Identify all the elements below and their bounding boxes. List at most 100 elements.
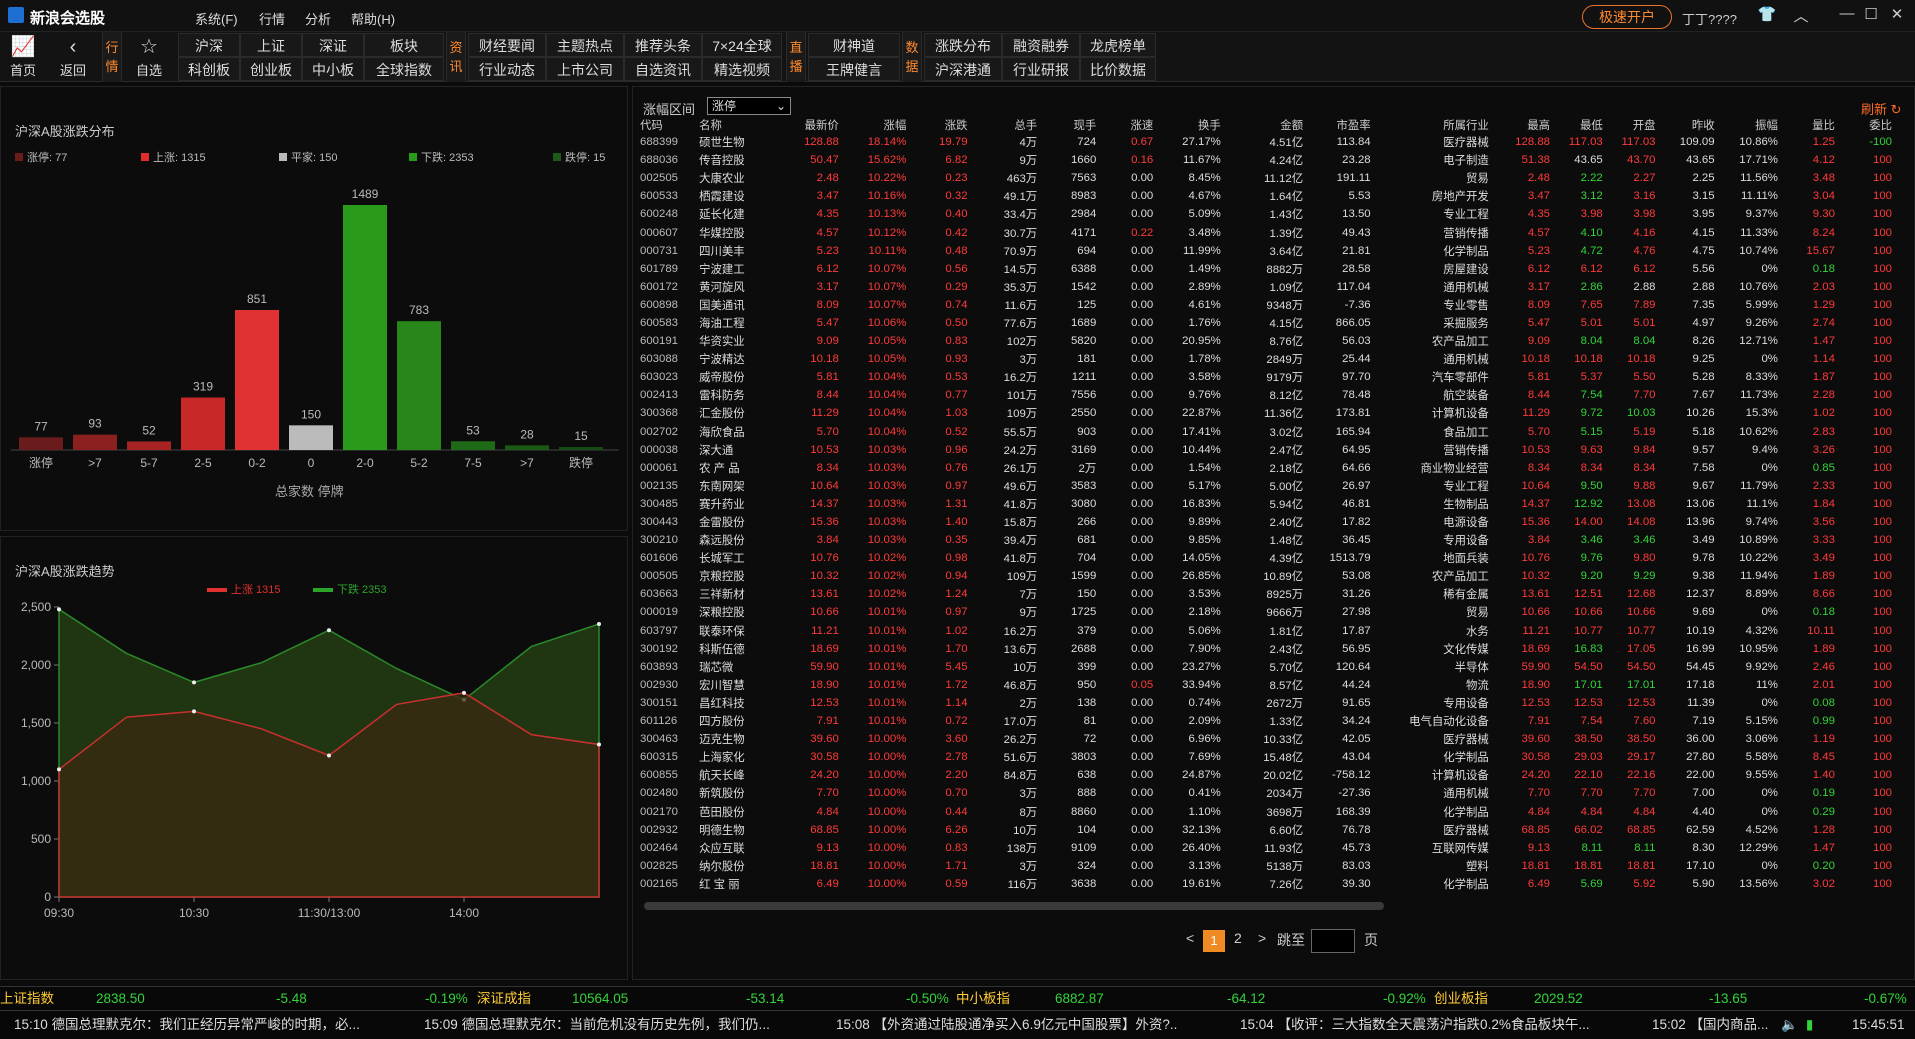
speaker-icon[interactable]: 🔈: [1781, 1011, 1798, 1039]
table-row[interactable]: 002702 海欣食品 5.70 10.04% 0.52 55.5万 903 0.00 17.4…: [636, 423, 1896, 441]
bar-7[interactable]: [397, 321, 441, 450]
tab-shenzheng[interactable]: 深证: [302, 33, 364, 57]
collapse-icon[interactable]: ︿: [1790, 5, 1812, 26]
index-name[interactable]: 中小板指: [956, 987, 1010, 1011]
news-listed-co[interactable]: 上市公司: [546, 57, 624, 81]
vtab-data[interactable]: 数据: [902, 32, 922, 82]
table-row[interactable]: 300368 汇金股份 11.29 10.04% 1.03 109万 2550 0.00 22.…: [636, 404, 1896, 422]
news-item[interactable]: 15:09 德国总理默克尔：当前危机没有历史先例，我们仍...: [424, 1011, 770, 1039]
table-row[interactable]: 300151 昌红科技 12.53 10.01% 1.14 2万 138 0.00 0.74% 2…: [636, 694, 1896, 712]
news-item[interactable]: 15:04 【收评：三大指数全天震荡沪指跌0.2%食品板块午...: [1240, 1011, 1590, 1039]
column-header[interactable]: 涨幅: [843, 116, 911, 133]
menu-analysis[interactable]: 分析: [305, 9, 331, 28]
column-header[interactable]: 量比: [1782, 116, 1839, 133]
column-header[interactable]: 代码: [636, 116, 695, 133]
pager-next[interactable]: >: [1258, 930, 1266, 946]
watchlist-button[interactable]: ☆ 自选: [126, 32, 172, 82]
table-row[interactable]: 600533 栖霞建设 3.47 10.16% 0.32 49.1万 8983 0.00 4.6…: [636, 187, 1896, 205]
table-row[interactable]: 000019 深粮控股 10.66 10.01% 0.97 9万 1725 0.00 2.18%…: [636, 603, 1896, 621]
maximize-icon[interactable]: ☐: [1860, 5, 1882, 23]
data-connect[interactable]: 沪深港通: [924, 57, 1002, 81]
horizontal-scrollbar[interactable]: [644, 902, 1384, 910]
data-updown-dist[interactable]: 涨跌分布: [924, 33, 1002, 57]
bar-10[interactable]: [559, 447, 603, 450]
table-row[interactable]: 300210 森远股份 3.84 10.03% 0.35 39.4万 681 0.00 9.85…: [636, 531, 1896, 549]
tab-zhongxiao[interactable]: 中小板: [302, 57, 364, 81]
table-row[interactable]: 603088 宁波精达 10.18 10.05% 0.93 3万 181 0.00 1.78% 2…: [636, 350, 1896, 368]
table-row[interactable]: 002505 大康农业 2.48 10.22% 0.23 463万 7563 0.00 8.45…: [636, 169, 1896, 187]
table-row[interactable]: 688036 传音控股 50.47 15.62% 6.82 9万 1660 0.16 11.67…: [636, 151, 1896, 169]
pager-page-2[interactable]: 2: [1234, 930, 1242, 946]
table-row[interactable]: 002930 宏川智慧 18.90 10.01% 1.72 46.8万 950 0.05 33.…: [636, 676, 1896, 694]
column-header[interactable]: 所属行业: [1375, 116, 1493, 133]
column-header[interactable]: 涨跌: [910, 116, 971, 133]
column-header[interactable]: 最低: [1554, 116, 1607, 133]
table-row[interactable]: 002932 明德生物 68.85 10.00% 6.26 10万 104 0.00 32.13…: [636, 821, 1896, 839]
table-row[interactable]: 300463 迈克生物 39.60 10.00% 3.60 26.2万 72 0.00 6.96…: [636, 730, 1896, 748]
column-header[interactable]: 委比: [1839, 116, 1896, 133]
filter-select[interactable]: 涨停 ⌄: [707, 97, 791, 115]
bar-8[interactable]: [451, 441, 495, 450]
table-row[interactable]: 002825 纳尔股份 18.81 10.00% 1.71 3万 324 0.00 3.13% 5…: [636, 857, 1896, 875]
pager-prev[interactable]: <: [1186, 930, 1194, 946]
username[interactable]: 丁丁????: [1682, 9, 1737, 28]
news-videos[interactable]: 精选视频: [702, 57, 782, 81]
data-compare[interactable]: 比价数据: [1080, 57, 1156, 81]
news-item[interactable]: 15:10 德国总理默克尔：我们正经历异常严峻的时期，必...: [14, 1011, 360, 1039]
column-header[interactable]: 涨速: [1100, 116, 1157, 133]
news-item[interactable]: 15:08 【外资通过陆股通净买入6.9亿元中国股票】外资?..: [836, 1011, 1177, 1039]
news-industry[interactable]: 行业动态: [468, 57, 546, 81]
column-header[interactable]: 最新价: [777, 116, 842, 133]
skin-icon[interactable]: 👕: [1756, 5, 1778, 23]
table-row[interactable]: 600191 华资实业 9.09 10.05% 0.83 102万 5820 0.00 20.9…: [636, 332, 1896, 350]
column-header[interactable]: 开盘: [1607, 116, 1660, 133]
live-caishendao[interactable]: 财神道: [808, 33, 900, 57]
menu-help[interactable]: 帮助(H): [351, 9, 395, 28]
bar-0[interactable]: [19, 437, 63, 450]
table-row[interactable]: 688399 硕世生物 128.88 18.14% 19.79 4万 724 0.67 27.1…: [636, 133, 1896, 151]
table-row[interactable]: 601126 四方股份 7.91 10.01% 0.72 17.0万 81 0.00 2.09%…: [636, 712, 1896, 730]
table-row[interactable]: 603797 联泰环保 11.21 10.01% 1.02 16.2万 379 0.00 5.0…: [636, 622, 1896, 640]
table-row[interactable]: 300192 科斯伍德 18.69 10.01% 1.70 13.6万 2688 0.00 7.…: [636, 640, 1896, 658]
table-row[interactable]: 603663 三祥新材 13.61 10.02% 1.24 7万 150 0.00 3.53% 8…: [636, 585, 1896, 603]
pager-goto-input[interactable]: [1311, 929, 1355, 953]
minimize-icon[interactable]: —: [1836, 5, 1858, 22]
tab-shangzheng[interactable]: 上证: [240, 33, 302, 57]
tab-chuangye[interactable]: 创业板: [240, 57, 302, 81]
table-row[interactable]: 300485 赛升药业 14.37 10.03% 1.31 41.8万 3080 0.00 16…: [636, 495, 1896, 513]
news-headlines[interactable]: 推荐头条: [624, 33, 702, 57]
table-row[interactable]: 600315 上海家化 30.58 10.00% 2.78 51.6万 3803 0.00 7.…: [636, 748, 1896, 766]
vtab-news[interactable]: 资讯: [446, 32, 466, 82]
news-topics[interactable]: 主题热点: [546, 33, 624, 57]
table-row[interactable]: 002413 雷科防务 8.44 10.04% 0.77 101万 7556 0.00 9.76…: [636, 386, 1896, 404]
column-header[interactable]: 名称: [695, 116, 777, 133]
table-row[interactable]: 002135 东南网架 10.64 10.03% 0.97 49.6万 3583 0.00 5.…: [636, 477, 1896, 495]
pager-page-1[interactable]: 1: [1203, 930, 1225, 952]
data-dragon-tiger[interactable]: 龙虎榜单: [1080, 33, 1156, 57]
fast-open-account-button[interactable]: 极速开户: [1582, 5, 1672, 29]
table-row[interactable]: 601606 长城军工 10.76 10.02% 0.98 41.8万 704 0.00 14.…: [636, 549, 1896, 567]
tab-global-index[interactable]: 全球指数: [364, 57, 444, 81]
table-row[interactable]: 600583 海油工程 5.47 10.06% 0.50 77.6万 1689 0.00 1.7…: [636, 314, 1896, 332]
column-header[interactable]: 最高: [1493, 116, 1554, 133]
table-row[interactable]: 603023 威帝股份 5.81 10.04% 0.53 16.2万 1211 0.00 3.5…: [636, 368, 1896, 386]
home-button[interactable]: 📈 首页: [0, 32, 46, 82]
table-row[interactable]: 000607 华媒控股 4.57 10.12% 0.42 30.7万 4171 0.22 3.4…: [636, 223, 1896, 241]
data-margin[interactable]: 融资融券: [1002, 33, 1080, 57]
tab-bankuai[interactable]: 板块: [364, 33, 444, 57]
table-row[interactable]: 002480 新筑股份 7.70 10.00% 0.70 3万 888 0.00 0.41% 20…: [636, 784, 1896, 802]
column-header[interactable]: 金额: [1225, 116, 1307, 133]
back-button[interactable]: ‹ 返回: [50, 32, 96, 82]
news-watchlist[interactable]: 自选资讯: [624, 57, 702, 81]
news-finance[interactable]: 财经要闻: [468, 33, 546, 57]
table-row[interactable]: 600248 延长化建 4.35 10.13% 0.40 33.4万 2984 0.00 5.0…: [636, 205, 1896, 223]
bar-9[interactable]: [505, 445, 549, 450]
index-name[interactable]: 上证指数: [0, 987, 54, 1011]
table-row[interactable]: 603893 瑞芯微 59.90 10.01% 5.45 10万 399 0.00 23.27%…: [636, 658, 1896, 676]
index-name[interactable]: 深证成指: [477, 987, 531, 1011]
index-name[interactable]: 创业板指: [1434, 987, 1488, 1011]
table-row[interactable]: 600898 国美通讯 8.09 10.07% 0.74 11.6万 125 0.00 4.61…: [636, 296, 1896, 314]
table-row[interactable]: 002464 众应互联 9.13 10.00% 0.83 138万 9109 0.00 26.4…: [636, 839, 1896, 857]
table-row[interactable]: 300443 金雷股份 15.36 10.03% 1.40 15.8万 266 0.00 9.8…: [636, 513, 1896, 531]
column-header[interactable]: 总手: [972, 116, 1042, 133]
